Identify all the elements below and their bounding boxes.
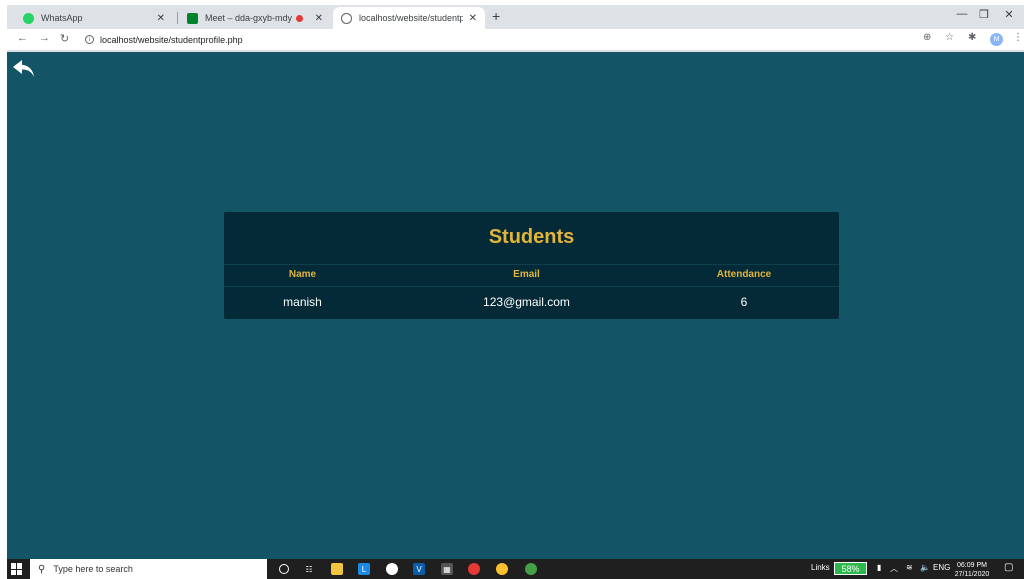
calculator-icon[interactable]: ▦ (441, 563, 453, 575)
column-header-attendance: Attendance (716, 269, 772, 280)
address-text: localhost/website/studentprofile.php (100, 34, 243, 45)
file-explorer-icon[interactable] (331, 563, 343, 575)
reload-icon[interactable]: ↻ (60, 32, 69, 45)
profile-avatar[interactable]: M (990, 33, 1003, 46)
chevron-up-icon[interactable]: ︿ (890, 563, 898, 574)
tab-studentprofile[interactable]: localhost/website/studentprofile ✕ (333, 7, 485, 29)
recording-icon (295, 14, 303, 22)
browser-toolbar: ← → ↻ i localhost/website/studentprofile… (7, 29, 1024, 51)
page-title: Students (488, 226, 575, 248)
divider (224, 264, 839, 265)
app-l-icon[interactable]: L (358, 563, 370, 575)
system-clock[interactable]: 06:09 PM 27/11/2020 (952, 561, 992, 579)
close-tab-icon[interactable]: ✕ (469, 13, 477, 24)
extensions-icon[interactable]: ✱ (968, 32, 976, 43)
new-tab-button[interactable]: + (492, 8, 500, 24)
notification-icon[interactable]: ▢ (1004, 562, 1013, 573)
taskbar-search-input[interactable]: ⚲ Type here to search (30, 559, 267, 579)
volume-icon[interactable]: 🔈 (920, 563, 930, 572)
cell-attendance: 6 (740, 295, 748, 309)
menu-icon[interactable]: ⋮ (1013, 32, 1023, 43)
star-icon[interactable]: ☆ (945, 32, 954, 43)
tab-meet[interactable]: Meet – dda-gxyb-mdy ✕ (179, 7, 331, 29)
links-toolbar[interactable]: Links (811, 563, 830, 572)
language-indicator[interactable]: ENG (933, 563, 950, 572)
column-header-name: Name (288, 269, 317, 280)
back-arrow-icon[interactable]: ← (17, 32, 28, 44)
zoom-icon[interactable]: ⊕ (923, 32, 931, 43)
students-card: Students Name Email Attendance manish 12… (224, 212, 839, 319)
battery-indicator[interactable]: 58% (834, 562, 867, 575)
windows-start-icon[interactable] (11, 563, 23, 575)
tab-strip: WhatsApp ✕ Meet – dda-gxyb-mdy ✕ localho… (7, 5, 1024, 29)
column-header-email: Email (513, 269, 540, 280)
search-placeholder: Type here to search (53, 564, 133, 574)
globe-icon (341, 12, 352, 24)
vscode-icon[interactable]: V (413, 563, 425, 575)
forward-arrow-icon[interactable]: → (39, 32, 50, 44)
chrome-icon[interactable] (468, 563, 480, 575)
search-icon: ⚲ (38, 563, 46, 575)
browser-window: WhatsApp ✕ Meet – dda-gxyb-mdy ✕ localho… (7, 5, 1024, 579)
info-icon[interactable]: i (85, 35, 94, 44)
page-content: Students Name Email Attendance manish 12… (7, 52, 1024, 559)
wifi-icon[interactable]: ≋ (906, 563, 913, 572)
chrome-active-icon[interactable] (496, 563, 508, 575)
back-arrow-icon[interactable] (12, 58, 36, 80)
power-icon[interactable]: ▮ (877, 563, 881, 572)
tab-separator (177, 12, 178, 24)
cell-name: manish (283, 295, 322, 309)
cortana-icon[interactable] (279, 564, 289, 574)
whatsapp-icon (23, 12, 34, 24)
address-bar[interactable]: i localhost/website/studentprofile.php (85, 32, 243, 47)
meet-icon (187, 12, 198, 24)
close-tab-icon[interactable]: ✕ (157, 13, 165, 24)
task-view-icon[interactable]: ☷ (303, 563, 315, 575)
app-green-icon[interactable] (525, 563, 537, 575)
tab-whatsapp[interactable]: WhatsApp ✕ (15, 7, 173, 29)
network-app-icon[interactable] (386, 563, 398, 575)
close-window-icon[interactable]: ✕ (994, 8, 1024, 21)
close-tab-icon[interactable]: ✕ (315, 13, 323, 24)
cell-email: 123@gmail.com (483, 295, 570, 309)
taskbar: ⚲ Type here to search ☷ L V ▦ Links 58% … (7, 559, 1024, 579)
divider (224, 286, 839, 287)
